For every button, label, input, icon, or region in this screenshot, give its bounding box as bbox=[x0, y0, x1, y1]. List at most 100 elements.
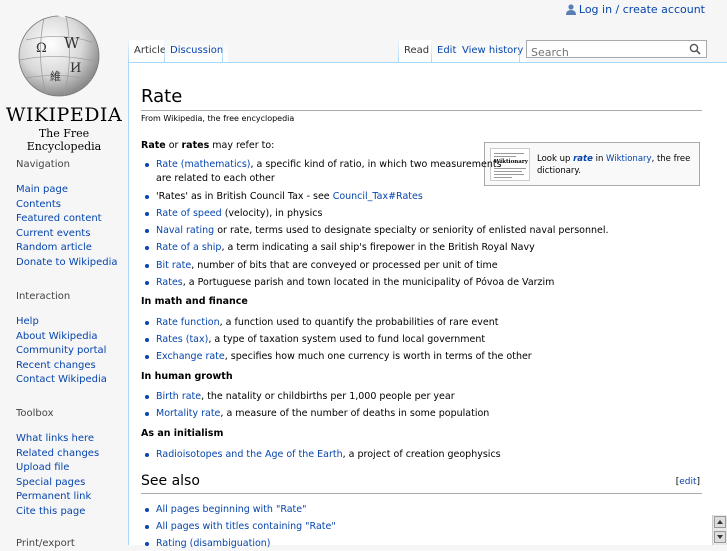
sidebar-item-contents[interactable]: Contents bbox=[16, 199, 61, 210]
list-item: Rate of a ship, a term indicating a sail… bbox=[145, 241, 535, 255]
sidebar-item-cite-page[interactable]: Cite this page bbox=[16, 506, 85, 517]
item-text: , a Portuguese parish and town located i… bbox=[182, 277, 555, 288]
wiktionary-box: Wiktionary Look up rate in Wiktionary, t… bbox=[484, 142, 700, 186]
navigation-portal: Navigation Main page Contents Featured c… bbox=[16, 159, 118, 270]
sidebar-item-what-links-here[interactable]: What links here bbox=[16, 433, 94, 444]
sidebar-item-community-portal[interactable]: Community portal bbox=[16, 345, 106, 356]
item-link[interactable]: Bit rate bbox=[156, 260, 191, 271]
list-item: All pages beginning with "Rate" bbox=[145, 503, 307, 517]
tab-discussion[interactable]: Discussion bbox=[165, 40, 229, 62]
intro-or: or bbox=[165, 140, 182, 151]
item-link[interactable]: Exchange rate bbox=[156, 351, 225, 362]
tab-separator bbox=[222, 38, 223, 63]
item-text: , a project of creation geophysics bbox=[342, 449, 501, 460]
intro-rest: may refer to: bbox=[209, 140, 275, 151]
login-link[interactable]: Log in / create account bbox=[579, 3, 705, 16]
tab-read[interactable]: Read bbox=[399, 40, 435, 62]
user-icon bbox=[565, 4, 576, 15]
wikipedia-logo[interactable]: Ω W И 維 Wikipedia The Free Encyclopedia bbox=[0, 0, 128, 153]
tab-view-history[interactable]: View history bbox=[457, 40, 529, 62]
sidebar-item-help[interactable]: Help bbox=[16, 316, 39, 327]
sidebar-item-random-article[interactable]: Random article bbox=[16, 242, 92, 253]
section-heading-growth: In human growth bbox=[141, 371, 233, 382]
item-text: or rate, terms used to designate special… bbox=[214, 225, 609, 236]
sidebar-item-recent-changes[interactable]: Recent changes bbox=[16, 360, 96, 371]
item-link[interactable]: Rate function bbox=[156, 317, 220, 328]
arrow-down-icon bbox=[717, 535, 723, 539]
navigation-heading: Navigation bbox=[16, 159, 70, 170]
see-also-link[interactable]: All pages with titles containing "Rate" bbox=[156, 521, 336, 532]
search-input[interactable] bbox=[527, 44, 681, 61]
intro-bold-rate: Rate bbox=[141, 140, 166, 151]
puzzle-globe-icon: Ω W И 維 bbox=[18, 12, 100, 97]
item-link[interactable]: Birth rate bbox=[156, 391, 201, 402]
site-subtitle: From Wikipedia, the free encyclopedia bbox=[141, 114, 295, 123]
list-item: 'Rates' as in British Council Tax - see … bbox=[145, 190, 423, 204]
sidebar-item-main-page[interactable]: Main page bbox=[16, 184, 68, 195]
list-item: Rates, a Portuguese parish and town loca… bbox=[145, 276, 555, 290]
item-text: , a term indicating a sail ship's firepo… bbox=[221, 242, 535, 253]
item-link[interactable]: Naval rating bbox=[156, 225, 214, 236]
sidebar-item-related-changes[interactable]: Related changes bbox=[16, 448, 99, 459]
scroll-up-button[interactable] bbox=[714, 516, 726, 528]
sidebar-item-about[interactable]: About Wikipedia bbox=[16, 331, 98, 342]
section-heading-initialism: As an initialism bbox=[141, 428, 224, 439]
content-area: Rate From Wikipedia, the free encycloped… bbox=[128, 62, 727, 549]
item-text: , the natality or childbirths per 1,000 … bbox=[201, 391, 455, 402]
item-link[interactable]: Rates (tax) bbox=[156, 334, 208, 345]
logo-tagline: The Free Encyclopedia bbox=[26, 127, 102, 153]
scrollbar[interactable] bbox=[712, 515, 727, 545]
item-text: (velocity), in physics bbox=[221, 208, 323, 219]
print-export-heading[interactable]: Print/export bbox=[16, 538, 75, 549]
list-item: Rates (tax), a type of taxation system u… bbox=[145, 333, 486, 347]
item-link[interactable]: Rate of speed bbox=[156, 208, 222, 219]
toolbox-heading: Toolbox bbox=[16, 408, 54, 419]
section-edit-link[interactable]: edit bbox=[679, 477, 696, 487]
sidebar-item-upload-file[interactable]: Upload file bbox=[16, 462, 69, 473]
see-also-divider bbox=[141, 493, 702, 494]
item-text: , a type of taxation system used to fund… bbox=[208, 334, 486, 345]
see-also-link[interactable]: Rating (disambiguation) bbox=[156, 538, 271, 549]
title-divider bbox=[141, 110, 702, 111]
wiktionary-term-link[interactable]: rate bbox=[573, 154, 593, 164]
item-text: , specifies how much one currency is wor… bbox=[224, 351, 532, 362]
item-link[interactable]: Rate of a ship bbox=[156, 242, 221, 253]
print-export-portal[interactable]: Print/export bbox=[16, 538, 75, 549]
globe-glyph: Ω bbox=[36, 41, 47, 56]
sidebar-item-contact[interactable]: Contact Wikipedia bbox=[16, 374, 107, 385]
sidebar-item-donate[interactable]: Donate to Wikipedia bbox=[16, 257, 118, 268]
item-link[interactable]: Rate (mathematics) bbox=[156, 159, 251, 170]
item-text: , number of bits that are conveyed or pr… bbox=[191, 260, 498, 271]
logo-wordmark: Wikipedia bbox=[5, 104, 123, 126]
sidebar-item-featured-content[interactable]: Featured content bbox=[16, 213, 102, 224]
list-item: All pages with titles containing "Rate" bbox=[145, 520, 336, 534]
list-item: Rate of speed (velocity), in physics bbox=[145, 207, 323, 221]
item-link[interactable]: Council_Tax#Rates bbox=[333, 191, 423, 202]
search-box[interactable] bbox=[526, 40, 707, 61]
tab-separator bbox=[519, 38, 520, 63]
sidebar-item-special-pages[interactable]: Special pages bbox=[16, 477, 85, 488]
item-text: , a measure of the number of deaths in s… bbox=[220, 408, 490, 419]
interaction-heading: Interaction bbox=[16, 291, 71, 302]
globe-glyph: 維 bbox=[50, 70, 61, 83]
sidebar-item-permanent-link[interactable]: Permanent link bbox=[16, 491, 91, 502]
intro-bold-rates: rates bbox=[181, 140, 210, 151]
item-link[interactable]: Rates bbox=[156, 277, 183, 288]
item-link[interactable]: Radioisotopes and the Age of the Earth bbox=[156, 449, 343, 460]
list-item: Rating (disambiguation) bbox=[145, 537, 271, 551]
sidebar-item-current-events[interactable]: Current events bbox=[16, 228, 90, 239]
list-item: Rate function, a function used to quanti… bbox=[145, 316, 498, 330]
scroll-down-button[interactable] bbox=[714, 531, 726, 543]
list-item: Birth rate, the natality or childbirths … bbox=[145, 390, 455, 404]
item-link[interactable]: Mortality rate bbox=[156, 408, 220, 419]
list-item: Bit rate, number of bits that are convey… bbox=[145, 259, 498, 273]
arrow-up-icon bbox=[717, 520, 723, 524]
globe-glyph: W bbox=[64, 34, 80, 52]
search-icon[interactable] bbox=[689, 43, 701, 55]
list-item: Mortality rate, a measure of the number … bbox=[145, 407, 490, 421]
list-item: Rate (mathematics), a specific kind of r… bbox=[145, 158, 502, 186]
see-also-link[interactable]: All pages beginning with "Rate" bbox=[156, 504, 307, 515]
interaction-portal: Interaction Help About Wikipedia Communi… bbox=[16, 291, 107, 388]
wiktionary-site-link[interactable]: Wiktionary bbox=[606, 154, 652, 164]
item-text-line2: are related to each other bbox=[156, 173, 275, 184]
